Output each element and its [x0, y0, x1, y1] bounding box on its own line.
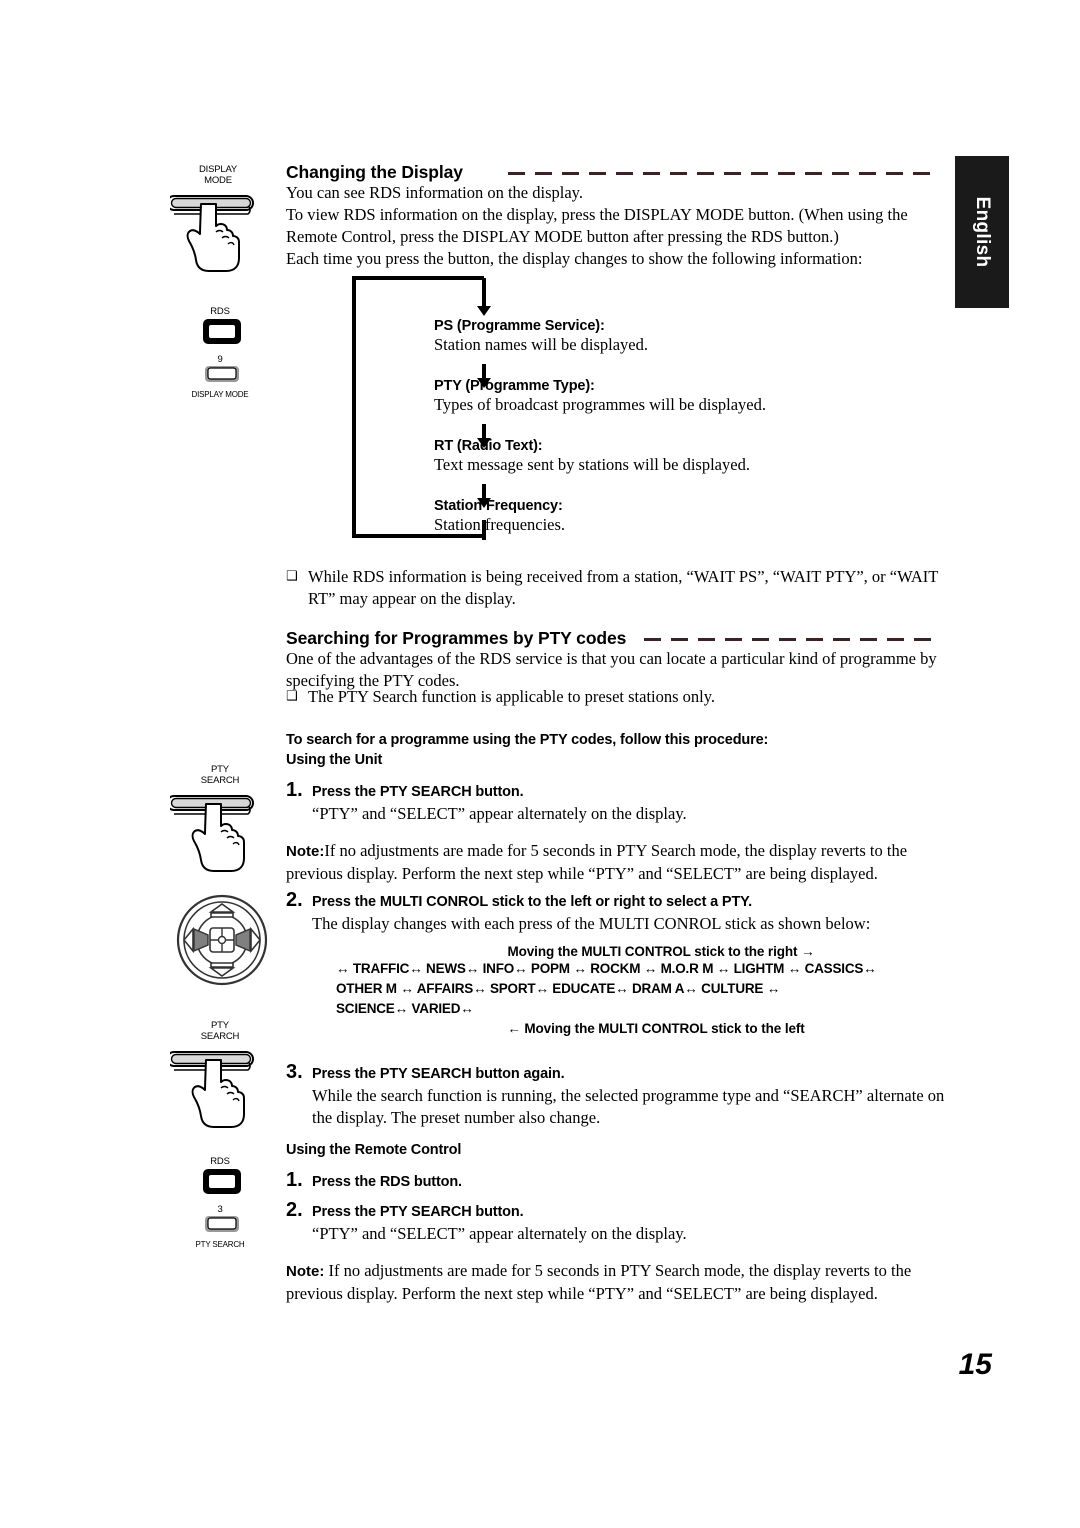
flow-item-rt-desc: Text message sent by stations will be di… [434, 455, 750, 474]
heading-rule-2 [644, 638, 934, 641]
intro-line-2: To view RDS information on the display, … [286, 205, 908, 247]
bullet-preset-note-text: The PTY Search function is applicable to… [308, 687, 716, 706]
bullet-wait-note-text: While RDS information is being received … [308, 567, 939, 609]
pty-search-caption-1-line2: SEARCH [200, 775, 240, 786]
step-unit-3-number: 3. [286, 1061, 303, 1083]
arrow-left-icon: ← [507, 1021, 521, 1036]
display-mode-caption-line1: DISPLAY [198, 164, 238, 175]
pty-search-caption-2: PTY SEARCH [180, 1020, 260, 1042]
procedure-lead: To search for a programme using the PTY … [286, 732, 769, 748]
illustration-remote-display-mode: RDS 9 DISPLAY MODE [172, 306, 268, 399]
note-remote: Note: If no adjustments are made for 5 s… [286, 1260, 936, 1305]
pty-search-caption-2-line1: PTY [211, 1020, 229, 1031]
illustration-display-mode-press: DISPLAY MODE [166, 164, 274, 274]
pty-codes-line-1: ↔ TRAFFIC↔ NEWS↔ INFO↔ POPM ↔ ROCKM ↔ M.… [336, 961, 877, 976]
note-unit-label: Note: [286, 843, 325, 860]
remote-rds-label: RDS [210, 306, 230, 317]
flow-item-rt: RT (Radio Text): Text message sent by st… [434, 438, 750, 475]
arrow-right-icon: → [801, 944, 815, 959]
step-remote-2-number: 2. [286, 1199, 303, 1221]
rds-button-icon [203, 319, 241, 344]
step-remote-2-body: “PTY” and “SELECT” appear alternately on… [312, 1224, 687, 1243]
pty-code-sequence: Moving the MULTI CONTROL stick to the ri… [336, 944, 956, 1036]
pty-codes-line-3: SCIENCE↔ VARIED↔ [336, 1001, 474, 1016]
flow-arrow-to-ps [477, 278, 491, 318]
note-remote-text: If no adjustments are made for 5 seconds… [286, 1261, 912, 1304]
display-mode-button-icon [205, 366, 239, 382]
illustration-multi-control-stick [172, 892, 272, 988]
subhead-using-the-remote: Using the Remote Control [286, 1142, 462, 1158]
hand-pressing-button-icon [166, 195, 254, 272]
pty-search-caption-1-line1: PTY [211, 764, 229, 775]
step-remote-1-number: 1. [286, 1169, 303, 1191]
pty-codes-line-2: OTHER M ↔ AFFAIRS↔ SPORT↔ EDUCATE↔ DRAM … [336, 981, 781, 996]
hand-pressing-pty-search-icon [166, 795, 254, 872]
rds-button-icon-2 [203, 1169, 241, 1194]
step-unit-2-body: The display changes with each press of t… [312, 914, 871, 933]
flow-item-pty-desc: Types of broadcast programmes will be di… [434, 395, 766, 414]
note-unit-text: If no adjustments are made for 5 seconds… [286, 841, 908, 884]
flow-return-stub [482, 520, 486, 540]
display-mode-caption: DISPLAY MODE [178, 164, 258, 186]
display-mode-caption-line2: MODE [204, 175, 232, 186]
bullet-wait-note: ❑ While RDS information is being receive… [286, 566, 941, 610]
flow-item-pty-title: PTY (Programme Type): [434, 378, 595, 394]
flow-item-pty: PTY (Programme Type): Types of broadcast… [434, 378, 766, 415]
step-unit-2-number: 2. [286, 889, 303, 911]
display-mode-flow-diagram: PS (Programme Service): Station names wi… [352, 276, 912, 546]
remote-button-number-2: 3 [217, 1204, 223, 1215]
flow-item-frequency: Station Frequency: Station frequencies. [434, 498, 565, 535]
flow-item-ps-title: PS (Programme Service): [434, 318, 605, 334]
step-remote-2-title: Press the PTY SEARCH button. [312, 1204, 524, 1220]
step-unit-2-title: Press the MULTI CONROL stick to the left… [312, 894, 752, 910]
remote-pty-search-caption: PTY SEARCH [195, 1240, 245, 1249]
flow-item-frequency-desc: Station frequencies. [434, 515, 566, 534]
flow-item-ps: PS (Programme Service): Station names wi… [434, 318, 648, 355]
subhead-using-the-unit: Using the Unit [286, 752, 383, 768]
step-unit-1-body: “PTY” and “SELECT” appear alternately on… [312, 804, 687, 823]
pty-search-button-icon [205, 1216, 239, 1232]
remote-button-number: 9 [217, 354, 223, 365]
hand-pressing-pty-search-icon-2 [166, 1051, 254, 1128]
illustration-remote-pty-search: RDS 3 PTY SEARCH [172, 1156, 268, 1249]
flow-item-ps-desc: Station names will be displayed. [434, 335, 649, 354]
note-unit: Note:If no adjustments are made for 5 se… [286, 840, 936, 885]
pty-direction-left: ← Moving the MULTI CONTROL stick to the … [336, 1021, 956, 1036]
heading-rule-1 [508, 172, 934, 175]
bullet-preset-note: ❑ The PTY Search function is applicable … [286, 686, 941, 708]
language-tab-label: English [972, 196, 993, 268]
flow-item-frequency-title: Station Frequency: [434, 498, 563, 514]
note-remote-label: Note: [286, 1263, 325, 1280]
intro-line-1: You can see RDS information on the displ… [286, 183, 583, 202]
intro-line-3: Each time you press the button, the disp… [286, 249, 863, 268]
pty-direction-right-label: Moving the MULTI CONTROL stick to the ri… [507, 944, 798, 959]
bullet-square-icon: ❑ [286, 689, 298, 704]
illustration-pty-search-press-2: PTY SEARCH [166, 1020, 274, 1140]
step-remote-1-title: Press the RDS button. [312, 1174, 462, 1190]
step-unit-1-title: Press the PTY SEARCH button. [312, 784, 524, 800]
step-unit-3-title: Press the PTY SEARCH button again. [312, 1066, 565, 1082]
step-unit-1-number: 1. [286, 779, 303, 801]
pty-direction-right: Moving the MULTI CONTROL stick to the ri… [336, 944, 956, 959]
remote-rds-label-2: RDS [210, 1156, 230, 1167]
remote-display-mode-caption: DISPLAY MODE [191, 390, 249, 399]
multi-control-stick-icon [176, 894, 268, 986]
pty-search-caption-1: PTY SEARCH [180, 764, 260, 786]
illustration-pty-search-press-1: PTY SEARCH [166, 764, 274, 884]
pty-direction-left-label: Moving the MULTI CONTROL stick to the le… [524, 1021, 805, 1036]
step-unit-3-body: While the search function is running, th… [312, 1086, 945, 1128]
page-number: 15 [958, 1348, 992, 1381]
language-tab: English [955, 156, 1009, 308]
section-2-title: Searching for Programmes by PTY codes [286, 628, 627, 648]
page-title: Changing the Display [286, 162, 463, 182]
bullet-square-icon: ❑ [286, 569, 298, 584]
pty-search-caption-2-line2: SEARCH [200, 1031, 240, 1042]
flow-item-rt-title: RT (Radio Text): [434, 438, 543, 454]
